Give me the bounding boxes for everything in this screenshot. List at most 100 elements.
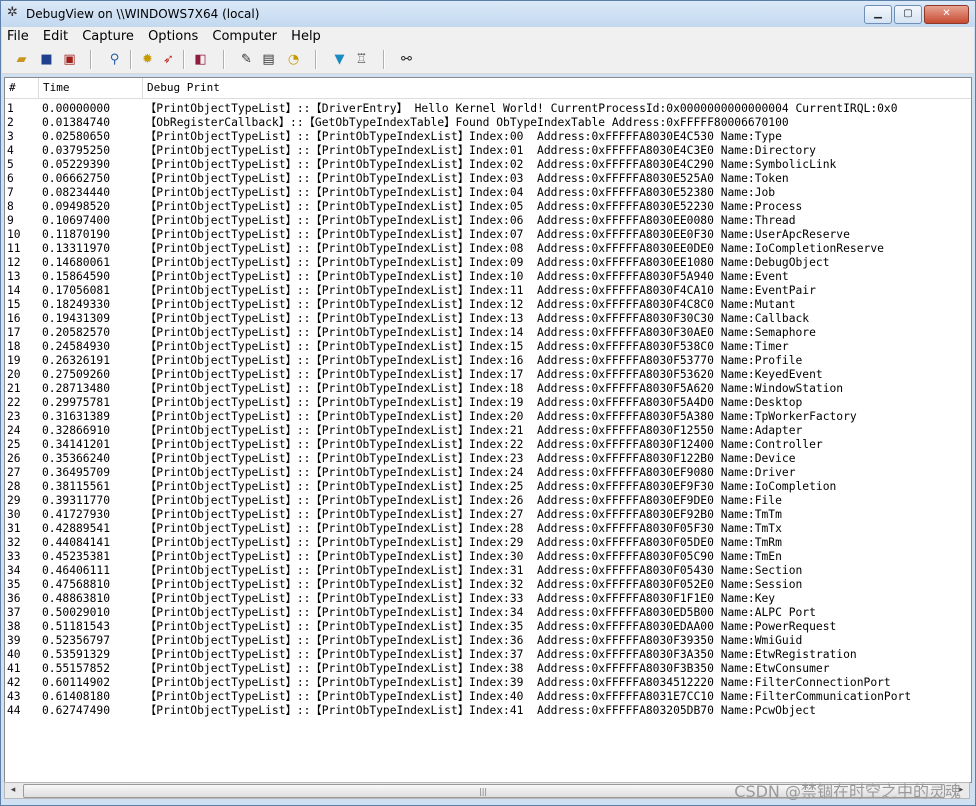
row-message: 【PrintObjectTypeList】::【PrintObTypeIndex… xyxy=(145,676,891,689)
table-row[interactable]: 38 0.51181543 【PrintObjectTypeList】::【Prin… xyxy=(5,620,971,634)
close-button[interactable]: ✕ xyxy=(924,5,969,24)
table-row[interactable]: 35 0.47568810 【PrintObjectTypeList】::【Prin… xyxy=(5,578,971,592)
row-message: 【PrintObjectTypeList】::【PrintObTypeIndex… xyxy=(145,634,803,647)
find-icon[interactable]: ⚲ xyxy=(106,51,123,68)
row-message: 【PrintObjectTypeList】::【PrintObTypeIndex… xyxy=(145,494,782,507)
table-row[interactable]: 37 0.50029010 【PrintObjectTypeList】::【Prin… xyxy=(5,606,971,620)
row-message: 【PrintObjectTypeList】::【PrintObTypeIndex… xyxy=(145,452,796,465)
table-row[interactable]: 25 0.34141201 【PrintObjectTypeList】::【Prin… xyxy=(5,438,971,452)
table-row[interactable]: 4 0.03795250 【PrintObjectTypeList】::【Print… xyxy=(5,144,971,158)
table-row[interactable]: 33 0.45235381 【PrintObjectTypeList】::【Prin… xyxy=(5,550,971,564)
table-row[interactable]: 2 0.01384740 【ObRegisterCallback】::【GetObT… xyxy=(5,116,971,130)
autoscroll-icon[interactable]: ➶ xyxy=(160,51,177,68)
row-time: 0.18249330 xyxy=(42,298,111,311)
table-row[interactable]: 39 0.52356797 【PrintObjectTypeList】::【Prin… xyxy=(5,634,971,648)
table-row[interactable]: 10 0.11870190 【PrintObjectTypeList】::【Prin… xyxy=(5,228,971,242)
row-time: 0.47568810 xyxy=(42,578,111,591)
table-row[interactable]: 30 0.41727930 【PrintObjectTypeList】::【Prin… xyxy=(5,508,971,522)
table-row[interactable]: 1 0.00000000 【PrintObjectTypeList】::【Drive… xyxy=(5,102,971,116)
table-row[interactable]: 8 0.09498520 【PrintObjectTypeList】::【Print… xyxy=(5,200,971,214)
debug-output-list[interactable]: # Time Debug Print 1 0.00000000 【PrintObje… xyxy=(4,77,972,783)
table-row[interactable]: 40 0.53591329 【PrintObjectTypeList】::【Prin… xyxy=(5,648,971,662)
clear-icon[interactable]: ▣ xyxy=(61,51,78,68)
row-number: 43 xyxy=(7,690,21,703)
row-number: 19 xyxy=(7,354,21,367)
table-row[interactable]: 7 0.08234440 【PrintObjectTypeList】::【Print… xyxy=(5,186,971,200)
row-message: 【PrintObjectTypeList】::【PrintObTypeIndex… xyxy=(145,256,830,269)
row-number: 27 xyxy=(7,466,21,479)
menu-help[interactable]: Help xyxy=(286,27,326,46)
row-time: 0.53591329 xyxy=(42,648,111,661)
window-title: DebugView on \\WINDOWS7X64 (local) xyxy=(26,7,260,21)
table-row[interactable]: 44 0.62747490 【PrintObjectTypeList】::【Prin… xyxy=(5,704,971,718)
row-time: 0.46406111 xyxy=(42,564,111,577)
table-row[interactable]: 32 0.44084141 【PrintObjectTypeList】::【Prin… xyxy=(5,536,971,550)
table-row[interactable]: 42 0.60114902 【PrintObjectTypeList】::【Prin… xyxy=(5,676,971,690)
maximize-button[interactable]: ▢ xyxy=(894,5,922,24)
row-number: 11 xyxy=(7,242,21,255)
table-row[interactable]: 17 0.20582570 【PrintObjectTypeList】::【Prin… xyxy=(5,326,971,340)
row-message: 【PrintObjectTypeList】::【PrintObTypeIndex… xyxy=(145,228,850,241)
menu-file[interactable]: File xyxy=(2,27,34,46)
timestamp-icon[interactable]: ✎ xyxy=(238,51,255,68)
table-row[interactable]: 41 0.55157852 【PrintObjectTypeList】::【Prin… xyxy=(5,662,971,676)
row-message: 【PrintObjectTypeList】::【PrintObTypeIndex… xyxy=(145,466,796,479)
history-icon[interactable]: ◧ xyxy=(192,51,209,68)
row-time: 0.45235381 xyxy=(42,550,111,563)
table-row[interactable]: 19 0.26326191 【PrintObjectTypeList】::【Prin… xyxy=(5,354,971,368)
table-row[interactable]: 36 0.48863810 【PrintObjectTypeList】::【Prin… xyxy=(5,592,971,606)
table-row[interactable]: 24 0.32866910 【PrintObjectTypeList】::【Prin… xyxy=(5,424,971,438)
scroll-left-icon[interactable]: ◂ xyxy=(5,783,21,798)
toolbar-separator xyxy=(383,50,385,69)
table-row[interactable]: 9 0.10697400 【PrintObjectTypeList】::【Print… xyxy=(5,214,971,228)
menu-bar: File Edit Capture Options Computer Help xyxy=(2,27,974,46)
row-number: 9 xyxy=(7,214,14,227)
menu-capture[interactable]: Capture xyxy=(77,27,139,46)
table-row[interactable]: 12 0.14680061 【PrintObjectTypeList】::【Prin… xyxy=(5,256,971,270)
filter-icon[interactable]: ▼ xyxy=(331,51,348,68)
table-row[interactable]: 34 0.46406111 【PrintObjectTypeList】::【Prin… xyxy=(5,564,971,578)
table-row[interactable]: 13 0.15864590 【PrintObjectTypeList】::【Prin… xyxy=(5,270,971,284)
row-number: 12 xyxy=(7,256,21,269)
capture-icon[interactable]: ✹ xyxy=(139,51,156,68)
table-row[interactable]: 11 0.13311970 【PrintObjectTypeList】::【Prin… xyxy=(5,242,971,256)
column-header-number[interactable]: # xyxy=(5,78,39,98)
menu-computer[interactable]: Computer xyxy=(207,27,282,46)
table-row[interactable]: 21 0.28713480 【PrintObjectTypeList】::【Prin… xyxy=(5,382,971,396)
row-time: 0.01384740 xyxy=(42,116,111,129)
column-header-time[interactable]: Time xyxy=(39,78,143,98)
table-row[interactable]: 29 0.39311770 【PrintObjectTypeList】::【Prin… xyxy=(5,494,971,508)
row-message: 【PrintObjectTypeList】::【PrintObTypeIndex… xyxy=(145,340,789,353)
table-row[interactable]: 3 0.02580650 【PrintObjectTypeList】::【Print… xyxy=(5,130,971,144)
clock-icon[interactable]: ◔ xyxy=(285,51,302,68)
column-header-debug-print[interactable]: Debug Print xyxy=(143,78,971,98)
title-bar[interactable]: ✲ DebugView on \\WINDOWS7X64 (local) ▁ ▢… xyxy=(1,1,975,27)
table-row[interactable]: 15 0.18249330 【PrintObjectTypeList】::【Prin… xyxy=(5,298,971,312)
table-row[interactable]: 27 0.36495709 【PrintObjectTypeList】::【Prin… xyxy=(5,466,971,480)
highlight-icon[interactable]: ♖ xyxy=(353,51,370,68)
table-row[interactable]: 26 0.35366240 【PrintObjectTypeList】::【Prin… xyxy=(5,452,971,466)
table-row[interactable]: 20 0.27509260 【PrintObjectTypeList】::【Prin… xyxy=(5,368,971,382)
toolbar: ▰ ■ ▣ ⚲ ✹ ➶ ◧ ✎ ▤ ◔ ▼ ♖ ⚯ xyxy=(2,46,974,74)
table-row[interactable]: 18 0.24584930 【PrintObjectTypeList】::【Prin… xyxy=(5,340,971,354)
row-message: 【PrintObjectTypeList】::【PrintObTypeIndex… xyxy=(145,480,837,493)
row-number: 5 xyxy=(7,158,14,171)
table-row[interactable]: 5 0.05229390 【PrintObjectTypeList】::【Print… xyxy=(5,158,971,172)
table-row[interactable]: 31 0.42889541 【PrintObjectTypeList】::【Prin… xyxy=(5,522,971,536)
save-icon[interactable]: ■ xyxy=(38,51,55,68)
table-row[interactable]: 43 0.61408180 【PrintObjectTypeList】::【Prin… xyxy=(5,690,971,704)
row-message: 【PrintObjectTypeList】::【PrintObTypeIndex… xyxy=(145,214,796,227)
table-row[interactable]: 23 0.31631389 【PrintObjectTypeList】::【Prin… xyxy=(5,410,971,424)
minimize-button[interactable]: ▁ xyxy=(864,5,892,24)
menu-options[interactable]: Options xyxy=(143,27,203,46)
table-row[interactable]: 22 0.29975781 【PrintObjectTypeList】::【Prin… xyxy=(5,396,971,410)
table-row[interactable]: 6 0.06662750 【PrintObjectTypeList】::【Print… xyxy=(5,172,971,186)
table-row[interactable]: 14 0.17056081 【PrintObjectTypeList】::【Prin… xyxy=(5,284,971,298)
table-row[interactable]: 28 0.38115561 【PrintObjectTypeList】::【Prin… xyxy=(5,480,971,494)
menu-edit[interactable]: Edit xyxy=(38,27,73,46)
table-row[interactable]: 16 0.19431309 【PrintObjectTypeList】::【Prin… xyxy=(5,312,971,326)
open-icon[interactable]: ▰ xyxy=(13,51,30,68)
log-icon[interactable]: ▤ xyxy=(260,51,277,68)
row-message: 【PrintObjectTypeList】::【PrintObTypeIndex… xyxy=(145,270,789,283)
binoculars-icon[interactable]: ⚯ xyxy=(398,51,415,68)
